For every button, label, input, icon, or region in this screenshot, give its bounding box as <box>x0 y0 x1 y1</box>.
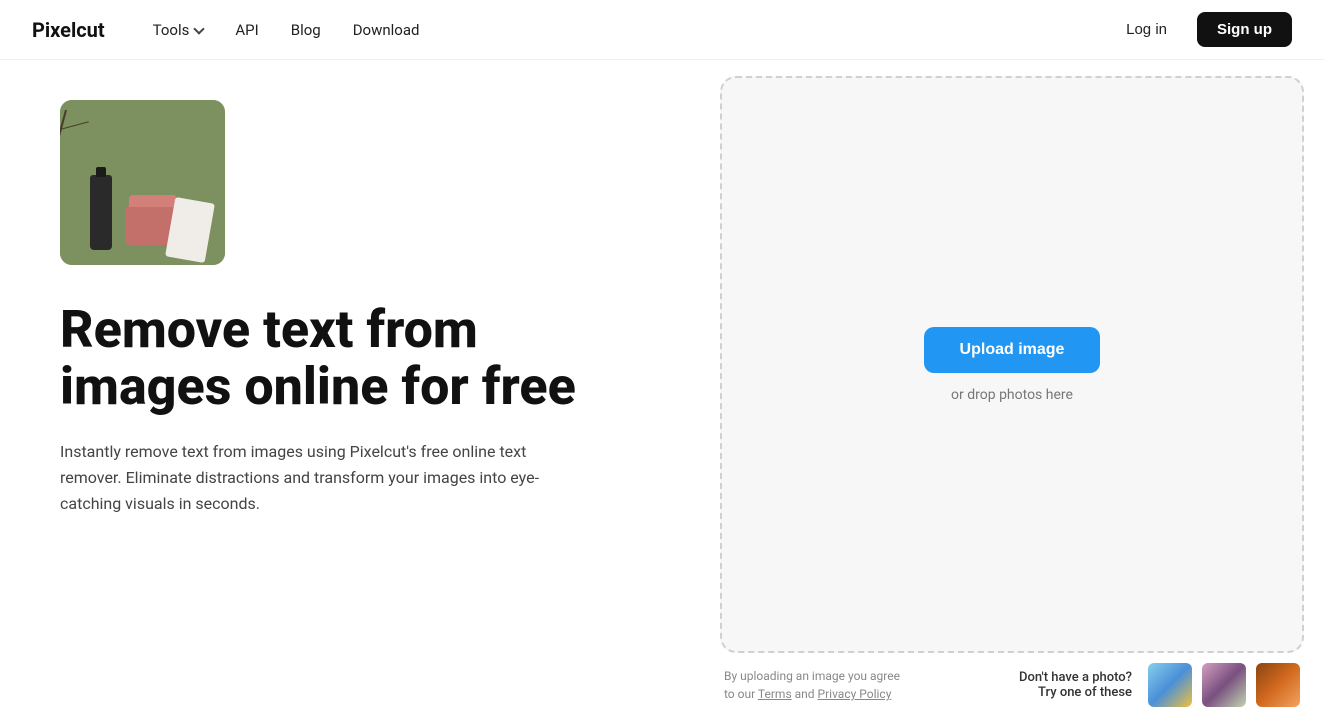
left-panel: Remove text from images online for free … <box>0 60 700 719</box>
chevron-down-icon <box>194 23 205 34</box>
upload-dropzone[interactable]: Upload image or drop photos here <box>720 76 1304 653</box>
upload-footer: By uploading an image you agree to our T… <box>720 653 1304 709</box>
product-bottle <box>90 175 112 250</box>
nav-links: Tools API Blog Download <box>141 15 1108 45</box>
signup-button[interactable]: Sign up <box>1197 12 1292 47</box>
drop-hint: or drop photos here <box>951 387 1073 403</box>
nav-tools[interactable]: Tools <box>141 15 216 45</box>
hero-image-inner <box>60 100 225 265</box>
hero-image-container <box>60 100 225 265</box>
sample-thumb-1[interactable] <box>1148 663 1192 707</box>
sample-thumb-2[interactable] <box>1202 663 1246 707</box>
navbar: Pixelcut Tools API Blog Download Log in … <box>0 0 1324 60</box>
terms-link[interactable]: Terms <box>758 687 792 701</box>
hero-title: Remove text from images online for free <box>60 301 620 415</box>
hero-description: Instantly remove text from images using … <box>60 439 580 516</box>
branch-decoration <box>60 110 67 188</box>
main-content: Remove text from images online for free … <box>0 60 1324 719</box>
upload-image-button[interactable]: Upload image <box>924 327 1101 373</box>
right-panel: Upload image or drop photos here By uplo… <box>700 60 1324 719</box>
nav-download[interactable]: Download <box>341 15 432 45</box>
sample-photos-label: Don't have a photo? Try one of these <box>1019 670 1132 700</box>
sample-thumb-3[interactable] <box>1256 663 1300 707</box>
nav-blog[interactable]: Blog <box>279 15 333 45</box>
terms-text: By uploading an image you agree to our T… <box>724 667 900 703</box>
nav-api[interactable]: API <box>223 15 270 45</box>
nav-actions: Log in Sign up <box>1108 12 1292 47</box>
login-button[interactable]: Log in <box>1108 13 1185 46</box>
hero-image <box>60 100 225 265</box>
sample-photos: Don't have a photo? Try one of these <box>1019 663 1300 707</box>
privacy-link[interactable]: Privacy Policy <box>818 687 892 701</box>
logo[interactable]: Pixelcut <box>32 18 105 42</box>
